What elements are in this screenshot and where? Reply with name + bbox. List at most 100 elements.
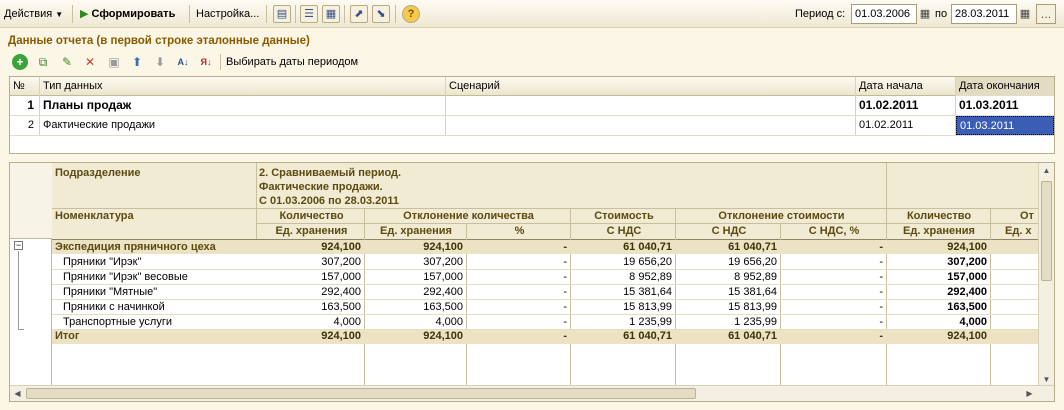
value-cell-cd[interactable]: 1 235,99 — [677, 315, 780, 329]
end-date-cell[interactable]: 01.03.2011 — [956, 96, 1054, 115]
period-select-button[interactable]: … — [1036, 4, 1056, 24]
table-row[interactable]: Пряники "Ирэк" 307,200 307,200-19 656,20 19… — [10, 255, 1040, 270]
value-cell-p[interactable]: - — [468, 315, 570, 329]
value-cell-q2[interactable]: 307,200 — [888, 255, 990, 269]
value-cell-c[interactable]: 19 656,20 — [572, 255, 675, 269]
nomenclature-cell[interactable]: Пряники с начинкой — [63, 300, 258, 314]
table-row[interactable]: Пряники с начинкой 163,500 163,500-15 813,… — [10, 300, 1040, 315]
value-cell-cd[interactable]: 15 813,99 — [677, 300, 780, 314]
value-cell-p[interactable]: - — [468, 329, 570, 343]
value-cell-c[interactable]: 15 813,99 — [572, 300, 675, 314]
value-cell-c[interactable]: 8 952,89 — [572, 270, 675, 284]
value-cell-q2[interactable]: 163,500 — [888, 300, 990, 314]
end-edit-icon[interactable]: ▣ — [106, 54, 122, 70]
nomenclature-cell[interactable]: Пряники "Ирэк" весовые — [63, 270, 258, 284]
generate-button[interactable]: ▶ Сформировать — [80, 4, 175, 24]
report-icon[interactable]: ▤ — [273, 5, 291, 23]
edit-icon[interactable]: ✎ — [59, 54, 75, 70]
table-row[interactable]: 2 Фактические продажи 01.02.2011 01.03.2… — [10, 116, 1054, 135]
value-cell-qd[interactable]: 924,100 — [366, 329, 466, 343]
table-settings-icon[interactable]: ▦ — [322, 5, 340, 23]
actions-menu-button[interactable]: Действия ▼ — [4, 4, 63, 24]
value-cell-cp[interactable]: - — [782, 240, 886, 254]
table-row[interactable]: Пряники "Ирэк" весовые 157,000 157,000-8 9… — [10, 270, 1040, 285]
value-cell-qd[interactable]: 924,100 — [366, 240, 466, 254]
nomenclature-cell[interactable]: Пряники "Мятные" — [63, 285, 258, 299]
scenario-cell[interactable] — [446, 116, 856, 135]
data-type-cell[interactable]: Планы продаж — [40, 96, 446, 115]
value-cell-cd[interactable]: 61 040,71 — [677, 329, 780, 343]
load-variant-icon[interactable]: ⬊ — [372, 5, 390, 23]
value-cell-qd[interactable]: 307,200 — [366, 255, 466, 269]
vertical-scrollbar[interactable]: ▲ ▼ — [1038, 163, 1054, 387]
value-cell-p[interactable]: - — [468, 285, 570, 299]
value-cell-cd[interactable]: 8 952,89 — [677, 270, 780, 284]
value-cell-q[interactable]: 157,000 — [259, 270, 364, 284]
value-cell-q2[interactable]: 924,100 — [888, 329, 990, 343]
header-end-date[interactable]: Дата окончания — [956, 77, 1054, 96]
settings-button[interactable]: Настройка... — [196, 4, 259, 24]
nomenclature-cell[interactable]: Транспортные услуги — [63, 315, 258, 329]
horizontal-scroll-thumb[interactable] — [26, 388, 696, 399]
value-cell-qd[interactable]: 4,000 — [366, 315, 466, 329]
filter-list-icon[interactable]: ☰ — [300, 5, 318, 23]
table-row[interactable]: 1 Планы продаж 01.02.2011 01.03.2011 — [10, 96, 1054, 115]
save-variant-icon[interactable]: ⬈ — [350, 5, 368, 23]
calendar-icon[interactable]: ▦ — [918, 4, 932, 24]
period-to-input[interactable]: 28.03.2011 — [951, 4, 1017, 24]
move-up-icon[interactable]: ⬆ — [129, 54, 145, 70]
nomenclature-cell[interactable]: Экспедиция пряничного цеха — [55, 240, 250, 254]
value-cell-q[interactable]: 4,000 — [259, 315, 364, 329]
end-date-cell-selected[interactable]: 01.03.2011 — [956, 116, 1054, 135]
value-cell-cp[interactable]: - — [782, 270, 886, 284]
value-cell-p[interactable]: - — [468, 240, 570, 254]
value-cell-q2[interactable]: 292,400 — [888, 285, 990, 299]
value-cell-q2[interactable]: 157,000 — [888, 270, 990, 284]
header-scenario[interactable]: Сценарий — [446, 77, 856, 96]
add-icon[interactable]: + — [12, 54, 28, 70]
delete-icon[interactable]: ✕ — [82, 54, 98, 70]
value-cell-p[interactable]: - — [468, 255, 570, 269]
value-cell-cp[interactable]: - — [782, 315, 886, 329]
choose-dates-button[interactable]: Выбирать даты периодом — [226, 54, 358, 70]
value-cell-p[interactable]: - — [468, 270, 570, 284]
start-date-cell[interactable]: 01.02.2011 — [856, 96, 956, 115]
sort-asc-icon[interactable]: A↓ — [175, 54, 191, 70]
value-cell-c[interactable]: 15 381,64 — [572, 285, 675, 299]
value-cell-qd[interactable]: 157,000 — [366, 270, 466, 284]
report-spreadsheet[interactable]: Подразделение 2. Сравниваемый период. Фа… — [9, 162, 1055, 402]
vertical-scroll-thumb[interactable] — [1041, 181, 1052, 281]
scroll-left-icon[interactable]: ◀ — [10, 386, 25, 401]
sort-desc-icon[interactable]: Я↓ — [198, 54, 214, 70]
move-down-icon[interactable]: ⬇ — [152, 54, 168, 70]
copy-icon[interactable]: ⧉ — [35, 54, 51, 70]
value-cell-q2[interactable]: 924,100 — [888, 240, 990, 254]
value-cell-cd[interactable]: 61 040,71 — [677, 240, 780, 254]
value-cell-cp[interactable]: - — [782, 329, 886, 343]
value-cell-q2[interactable]: 4,000 — [888, 315, 990, 329]
value-cell-q[interactable]: 924,100 — [259, 240, 364, 254]
value-cell-q[interactable]: 163,500 — [259, 300, 364, 314]
value-cell-cd[interactable]: 19 656,20 — [677, 255, 780, 269]
value-cell-qd[interactable]: 163,500 — [366, 300, 466, 314]
total-row[interactable]: Итог 924,100 924,100-61 040,71 61 040,71-92… — [10, 329, 1040, 344]
value-cell-c[interactable]: 61 040,71 — [572, 240, 675, 254]
nomenclature-cell[interactable]: Пряники "Ирэк" — [63, 255, 258, 269]
value-cell-cd[interactable]: 15 381,64 — [677, 285, 780, 299]
start-date-cell[interactable]: 01.02.2011 — [856, 116, 956, 135]
table-row[interactable]: Пряники "Мятные" 292,400 292,400-15 381,64… — [10, 285, 1040, 300]
scenario-cell[interactable] — [446, 96, 856, 115]
value-cell-q[interactable]: 307,200 — [259, 255, 364, 269]
period-from-input[interactable]: 01.03.2006 — [851, 4, 917, 24]
value-cell-c[interactable]: 1 235,99 — [572, 315, 675, 329]
header-num[interactable]: № — [10, 77, 40, 96]
horizontal-scrollbar[interactable]: ◀ ▶ — [10, 385, 1054, 401]
nomenclature-cell[interactable]: Итог — [55, 329, 250, 343]
value-cell-c[interactable]: 61 040,71 — [572, 329, 675, 343]
value-cell-q[interactable]: 924,100 — [259, 329, 364, 343]
data-type-cell[interactable]: Фактические продажи — [40, 116, 446, 135]
value-cell-cp[interactable]: - — [782, 255, 886, 269]
help-icon[interactable]: ? — [402, 5, 420, 23]
header-start-date[interactable]: Дата начала — [856, 77, 956, 96]
scroll-up-icon[interactable]: ▲ — [1039, 163, 1054, 178]
